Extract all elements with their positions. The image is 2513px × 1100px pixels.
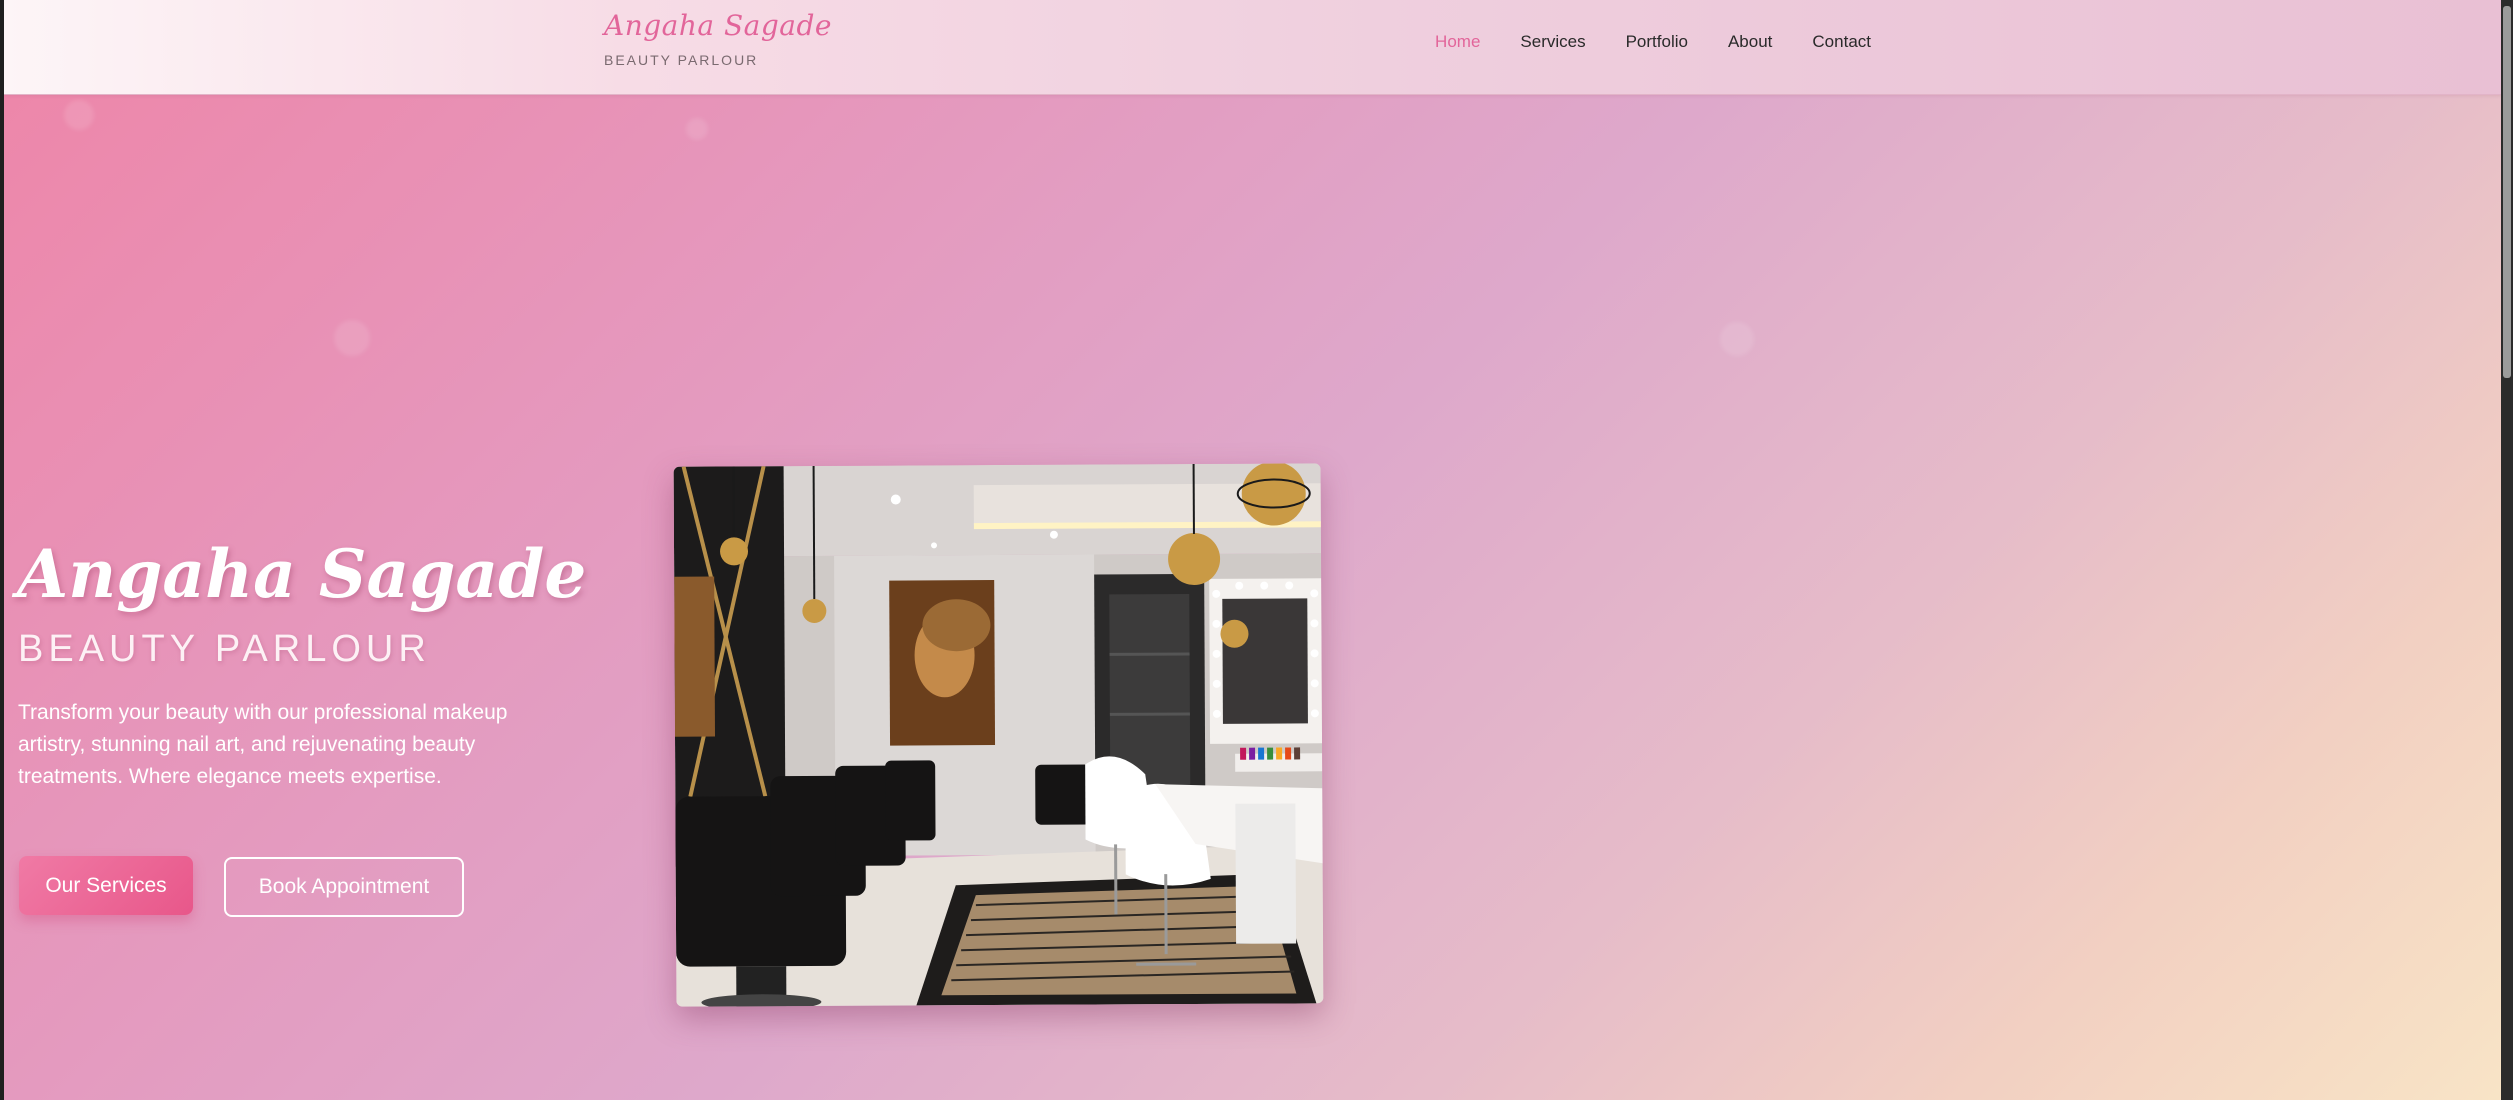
nav-item-services[interactable]: Services [1520,28,1585,56]
our-services-button[interactable]: Our Services [19,856,193,915]
hero-description: Transform your beauty with our professio… [18,701,508,788]
navbar: Angaha Sagade BEAUTY PARLOUR Home Servic… [4,0,2501,95]
decorative-bokeh [686,118,708,140]
decorative-bokeh [64,100,94,130]
book-appointment-button[interactable]: Book Appointment [224,857,464,917]
decorative-bokeh [334,320,370,356]
nav-item-about[interactable]: About [1728,28,1772,56]
salon-interior-image [673,463,1324,1007]
nav-item-home[interactable]: Home [1435,28,1480,56]
main-nav: Home Services Portfolio About Contact [1395,28,1871,56]
hero-title: Angaha Sagade [17,535,587,613]
brand-tagline: BEAUTY PARLOUR [604,52,759,68]
nav-item-contact[interactable]: Contact [1812,28,1871,56]
salon-interior-illustration [673,463,1324,1007]
brand-name: Angaha Sagade [604,9,832,42]
nav-item-portfolio[interactable]: Portfolio [1626,28,1688,56]
hero-subtitle: BEAUTY PARLOUR [18,628,431,670]
decorative-bokeh [1720,322,1754,356]
page: Angaha Sagade BEAUTY PARLOUR Home Servic… [4,0,2501,1100]
scrollbar[interactable] [2501,0,2513,1100]
brand-logo[interactable]: Angaha Sagade BEAUTY PARLOUR [604,8,832,68]
scrollbar-thumb[interactable] [2503,6,2511,378]
